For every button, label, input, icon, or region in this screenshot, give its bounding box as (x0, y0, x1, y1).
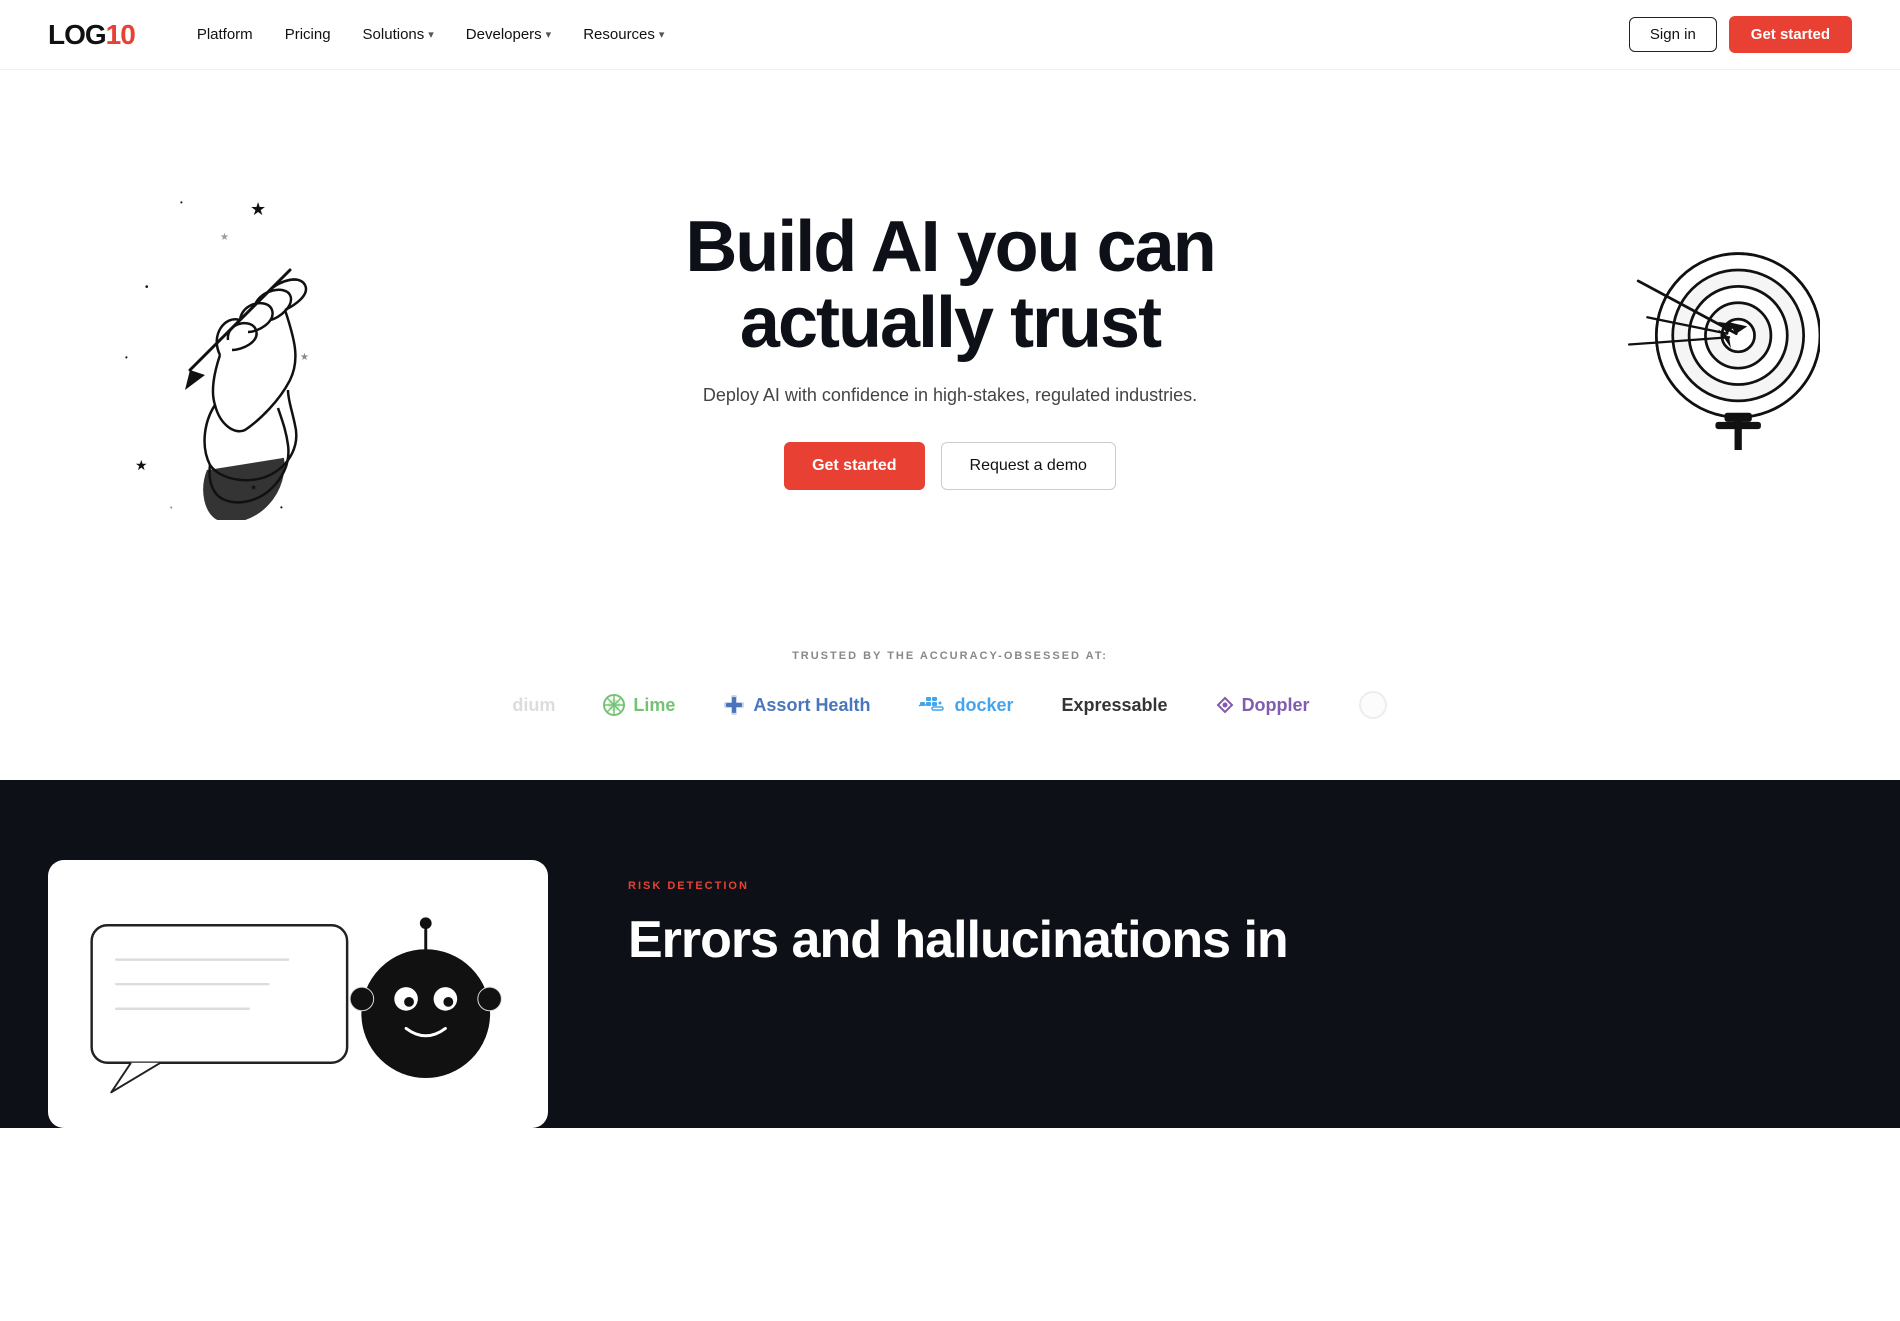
nav-resources[interactable]: Resources ▾ (569, 18, 678, 51)
svg-text:★: ★ (220, 232, 229, 243)
nav-solutions[interactable]: Solutions ▾ (349, 18, 448, 51)
logo-docker: docker (918, 694, 1013, 716)
svg-text:•: • (170, 505, 173, 512)
doppler-icon (1216, 696, 1234, 714)
hero-illustration-left: ★ ★ • • • ★ ★ ★ • • (80, 180, 340, 500)
navbar: LOG10 Platform Pricing Solutions ▾ Devel… (0, 0, 1900, 70)
svg-text:•: • (125, 353, 128, 362)
svg-text:★: ★ (135, 457, 148, 473)
logo-number: 10 (106, 19, 135, 50)
logo-dium: dium (512, 695, 555, 716)
svg-text:★: ★ (300, 352, 309, 363)
chevron-down-icon: ▾ (428, 28, 434, 41)
hero-getstarted-button[interactable]: Get started (784, 442, 924, 490)
getstarted-nav-button[interactable]: Get started (1729, 16, 1852, 53)
docker-icon (918, 694, 946, 716)
hero-content: Build AI you can actually trust Deploy A… (630, 210, 1270, 490)
svg-text:•: • (180, 198, 183, 207)
nav-developers[interactable]: Developers ▾ (452, 18, 565, 51)
hero-title: Build AI you can actually trust (630, 210, 1270, 361)
partial-circle-icon (1358, 690, 1388, 720)
logo-doppler: Doppler (1216, 695, 1310, 716)
nav-links: Platform Pricing Solutions ▾ Developers … (183, 18, 1629, 51)
chevron-down-icon: ▾ (546, 28, 552, 41)
svg-text:•: • (280, 503, 283, 512)
logo-lime: Lime (603, 694, 675, 716)
hero-buttons: Get started Request a demo (630, 442, 1270, 490)
logo-expressable: Expressable (1061, 695, 1167, 716)
hero-demo-button[interactable]: Request a demo (941, 442, 1116, 490)
logo-assort-health: Assort Health (723, 694, 870, 716)
hero-subtitle: Deploy AI with confidence in high-stakes… (630, 385, 1270, 406)
trusted-label: TRUSTED BY THE ACCURACY-OBSESSED AT: (48, 650, 1852, 662)
dark-section: RISK DETECTION Errors and hallucinations… (0, 780, 1900, 1128)
logo-text: LOG (48, 19, 106, 50)
hero-section: ★ ★ • • • ★ ★ ★ • • (0, 70, 1900, 610)
nav-actions: Sign in Get started (1629, 16, 1852, 53)
assort-icon (723, 694, 745, 716)
chevron-down-icon: ▾ (659, 28, 665, 41)
nav-pricing[interactable]: Pricing (271, 18, 345, 51)
dark-section-label: RISK DETECTION (628, 880, 1852, 892)
svg-text:★: ★ (250, 199, 266, 219)
trusted-section: TRUSTED BY THE ACCURACY-OBSESSED AT: diu… (0, 610, 1900, 780)
signin-button[interactable]: Sign in (1629, 17, 1717, 52)
logo[interactable]: LOG10 (48, 19, 135, 51)
logos-row: dium Lime Assort Health (48, 690, 1852, 720)
lime-icon (603, 694, 625, 716)
hero-illustration-right (1620, 230, 1820, 450)
dark-text-content: RISK DETECTION Errors and hallucinations… (628, 860, 1852, 969)
svg-text:•: • (145, 282, 149, 293)
dark-section-title: Errors and hallucinations in (628, 912, 1852, 969)
logo-partial-right (1358, 690, 1388, 720)
nav-platform[interactable]: Platform (183, 18, 267, 51)
dark-card-illustration (48, 860, 548, 1128)
